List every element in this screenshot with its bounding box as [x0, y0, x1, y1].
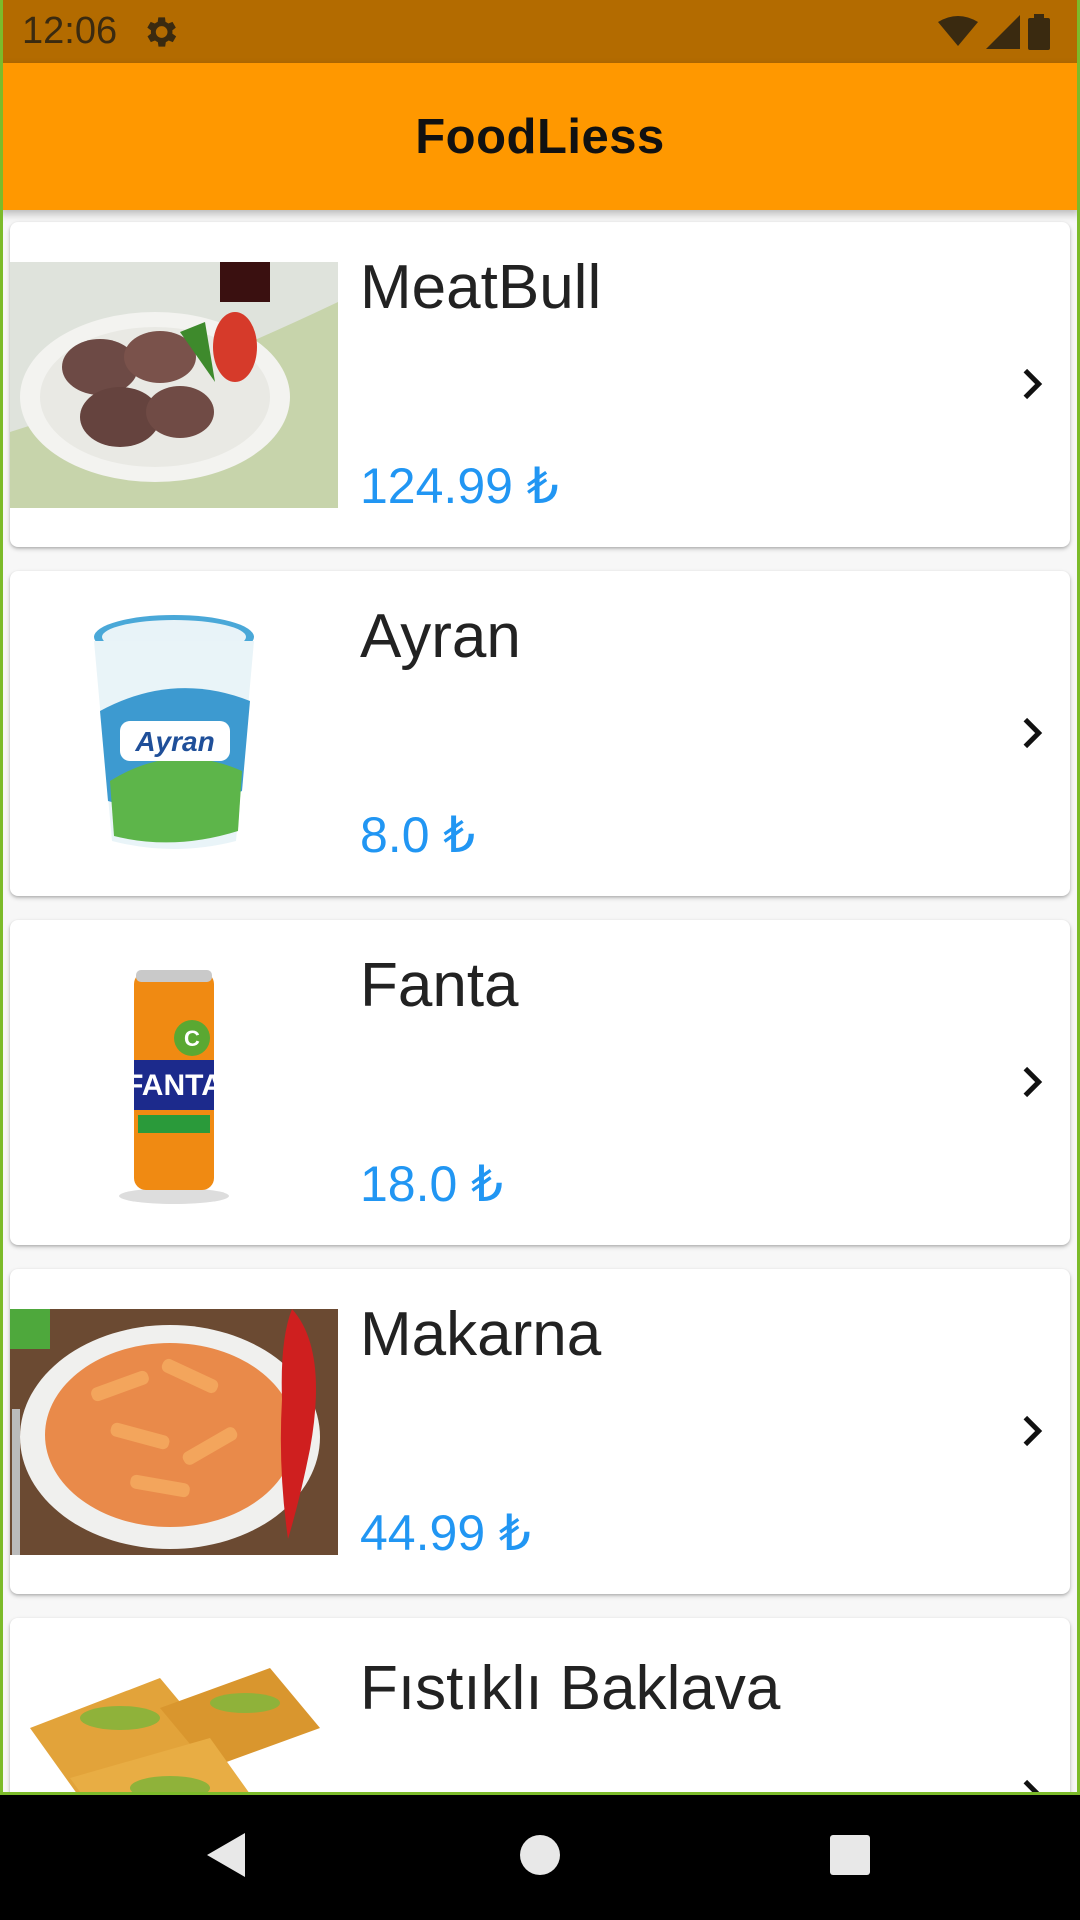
gear-icon [147, 17, 177, 47]
signal-icon [986, 15, 1020, 49]
product-price: 44.99 ₺ [360, 1505, 531, 1561]
product-price: 8.0 ₺ [360, 807, 476, 863]
battery-icon [1028, 14, 1050, 50]
wifi-icon [938, 16, 978, 46]
app-title: FoodLiess [415, 109, 665, 164]
product-name: Makarna [360, 1300, 602, 1369]
frame-edge [0, 0, 3, 1792]
svg-text:FANTA: FANTA [125, 1069, 223, 1102]
product-price: 124.99 ₺ [360, 458, 559, 514]
product-card[interactable]: MeatBull 124.99 ₺ [10, 222, 1070, 547]
chevron-right-icon [1023, 717, 1043, 749]
svg-text:Ayran: Ayran [134, 726, 214, 757]
product-price: 18.0 ₺ [360, 1156, 504, 1212]
meatball-plate-image [10, 262, 338, 508]
product-list[interactable]: MeatBull 124.99 ₺ Ayran Ayran 8.0 ₺ C FA… [0, 210, 1080, 1792]
app-screen: 12:06 FoodLiess MeatBull 124.99 ₺ Ayran … [0, 0, 1080, 1920]
product-card[interactable]: Fıstıklı Baklava [10, 1618, 1070, 1792]
baklava-image [10, 1618, 338, 1792]
product-card[interactable]: C FANTA Fanta 18.0 ₺ [10, 920, 1070, 1245]
product-card[interactable]: Makarna 44.99 ₺ [10, 1269, 1070, 1594]
navigation-bar [0, 1792, 1080, 1920]
chevron-right-icon [1023, 1779, 1040, 1792]
chevron-right-icon [1023, 368, 1043, 400]
app-bar: FoodLiess [0, 63, 1080, 210]
fanta-can-image: C FANTA [10, 960, 338, 1206]
product-name: Fanta [360, 951, 519, 1020]
penne-pasta-image [10, 1309, 338, 1555]
status-icons [938, 12, 1050, 52]
recents-icon[interactable] [820, 1825, 880, 1885]
chevron-right-icon [1023, 1415, 1043, 1447]
product-card[interactable]: Ayran Ayran 8.0 ₺ [10, 571, 1070, 896]
status-time: 12:06 [22, 10, 118, 52]
product-name: Ayran [360, 602, 521, 671]
chevron-right-icon [1023, 1066, 1043, 1098]
svg-text:C: C [184, 1026, 200, 1051]
ayran-cup-image: Ayran [10, 611, 338, 857]
product-name: MeatBull [360, 253, 602, 322]
product-name: Fıstıklı Baklava [360, 1654, 781, 1723]
status-bar: 12:06 [0, 0, 1080, 63]
back-icon[interactable] [195, 1825, 255, 1885]
home-icon[interactable] [510, 1825, 570, 1885]
